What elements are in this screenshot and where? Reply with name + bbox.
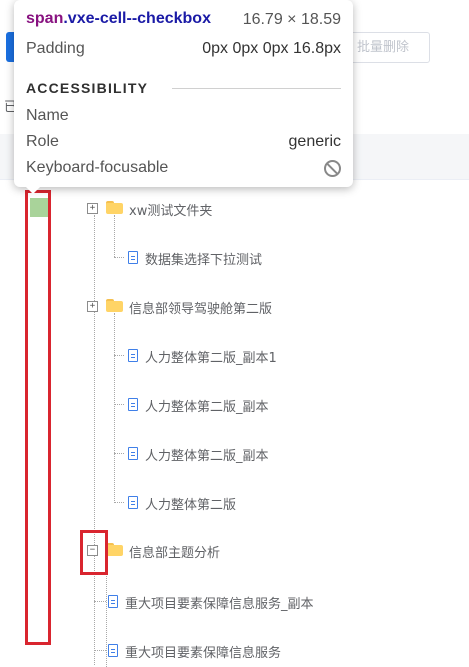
name-label: Name [26,107,69,124]
file-icon [128,349,138,362]
expand-icon[interactable]: + [87,301,98,312]
tooltip-arrow [26,187,40,194]
tree-guide-line [94,215,95,665]
folder-icon [106,299,123,312]
role-value: generic [288,133,341,150]
row-label: 信息部领导驾驶舱第二版 [129,302,273,317]
tree-guide-line [114,404,124,405]
padding-label: Padding [26,40,85,57]
role-label: Role [26,133,59,150]
not-allowed-icon [324,160,341,177]
file-icon [108,644,118,657]
row-label: 重大项目要素保障信息服务_副本 [125,597,314,612]
expand-icon[interactable]: + [87,203,98,214]
row-label: 人力整体第二版_副本1 [145,351,277,366]
tree-guide-line [114,257,124,258]
tree-guide-line [114,355,124,356]
keyboard-focusable-label: Keyboard-focusable [26,159,169,176]
tree-guide-line [94,650,106,651]
tree-guide-line [114,313,115,503]
expander-highlight [80,530,108,575]
file-icon [128,447,138,460]
row-label: 人力整体第二版 [145,498,237,513]
selector-class: .vxe-cell--checkbox [63,10,211,27]
file-icon [128,398,138,411]
folder-icon [106,543,123,556]
padding-value: 0px 0px 0px 16.8px [202,40,341,57]
row-label: 人力整体第二版_副本 [145,449,269,464]
row-label: 数据集选择下拉测试 [145,253,263,268]
file-icon [108,595,118,608]
file-icon [128,251,138,264]
element-selector: span.vxe-cell--checkbox [26,10,211,28]
row-label: 人力整体第二版_副本 [145,400,269,415]
tree-guide-line [114,502,124,503]
row-label: xw测试文件夹 [129,204,213,219]
selector-tag: span [26,10,64,27]
row-label: 信息部主题分析 [129,546,221,561]
tree-guide-line [114,215,115,257]
folder-icon [106,201,123,214]
tree-guide-line [94,601,106,602]
devtools-inspect-tooltip: span.vxe-cell--checkbox 16.79 × 18.59 Pa… [14,0,353,187]
divider [172,88,341,89]
tree-guide-line [114,453,124,454]
accessibility-heading: ACCESSIBILITY [26,80,149,96]
element-size: 16.79 × 18.59 [242,11,341,28]
file-icon [128,496,138,509]
row-label: 重大项目要素保障信息服务 [125,646,282,661]
checkbox-column-highlight [25,190,51,645]
